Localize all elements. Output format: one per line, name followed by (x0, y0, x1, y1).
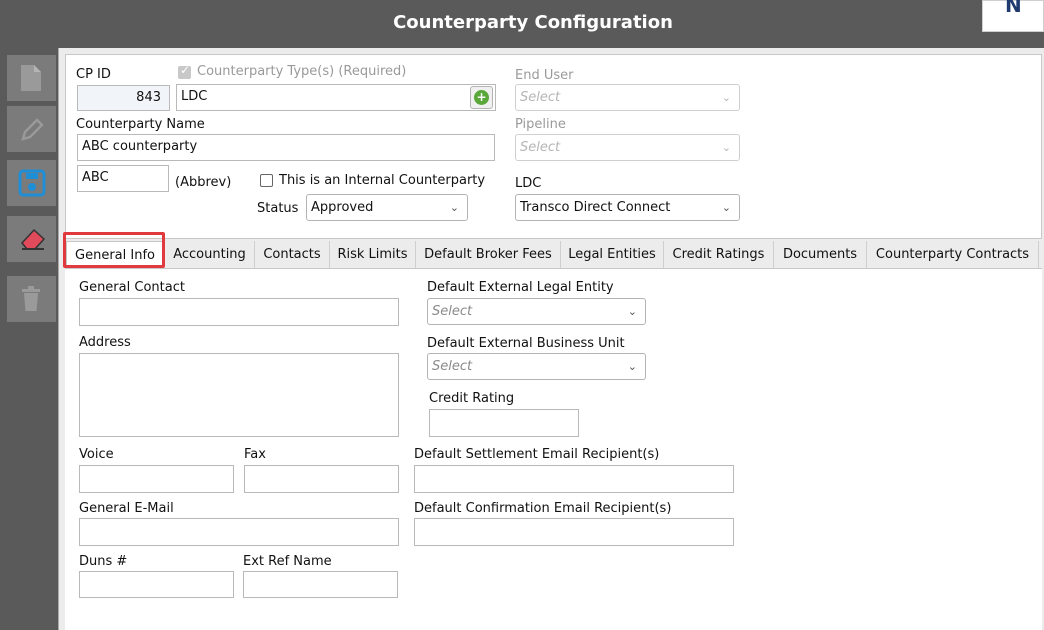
tab-risk-limits[interactable]: Risk Limits (330, 241, 416, 268)
tab-credit-ratings[interactable]: Credit Ratings (664, 241, 774, 268)
cp-id-field[interactable]: 843 (77, 85, 170, 111)
clear-button[interactable] (7, 216, 56, 262)
address-label: Address (79, 335, 131, 350)
chevron-down-icon: ⌄ (721, 91, 731, 104)
new-document-icon (21, 65, 41, 91)
add-type-button[interactable]: + (470, 86, 493, 109)
new-button[interactable] (7, 55, 56, 101)
status-label: Status (257, 201, 299, 216)
corner-logo: N (982, 0, 1044, 32)
ext-ref-field[interactable] (243, 571, 398, 598)
chevron-down-icon: ⌄ (721, 201, 731, 214)
cp-type-field[interactable]: LDC (176, 84, 496, 111)
pipeline-label: Pipeline (515, 117, 566, 132)
status-select[interactable]: Approved ⌄ (306, 194, 468, 221)
cp-type-checkbox[interactable] (178, 63, 191, 79)
add-icon: + (474, 90, 489, 105)
fax-label: Fax (244, 447, 266, 462)
ext-business-unit-label: Default External Business Unit (427, 336, 625, 351)
ext-business-unit-value: Select (432, 359, 473, 374)
cp-name-label: Counterparty Name (76, 117, 205, 132)
ext-legal-entity-value: Select (432, 304, 473, 319)
corner-logo-glyph: N (1005, 0, 1022, 17)
tab-accounting[interactable]: Accounting (165, 241, 255, 268)
cp-id-label: CP ID (76, 67, 111, 82)
voice-field[interactable] (79, 465, 234, 493)
credit-rating-label: Credit Rating (429, 391, 515, 406)
cp-type-label: Counterparty Type(s) (Required) (197, 64, 407, 79)
fax-field[interactable] (244, 465, 399, 493)
ldc-value: Transco Direct Connect (520, 200, 671, 215)
chevron-down-icon: ⌄ (627, 305, 637, 318)
pipeline-value: Select (520, 140, 561, 155)
credit-rating-field[interactable] (429, 409, 579, 437)
ext-legal-entity-label: Default External Legal Entity (427, 280, 614, 295)
abbrev-field[interactable]: ABC (77, 165, 169, 192)
toolbar (0, 48, 58, 630)
ldc-select[interactable]: Transco Direct Connect ⌄ (515, 194, 740, 221)
voice-label: Voice (79, 447, 114, 462)
pencil-icon (21, 118, 44, 141)
email-field[interactable] (79, 518, 399, 546)
trash-icon (22, 286, 40, 311)
tab-default-broker-fees[interactable]: Default Broker Fees (416, 241, 561, 268)
chevron-down-icon: ⌄ (449, 201, 459, 214)
chevron-down-icon: ⌄ (627, 360, 637, 373)
general-contact-label: General Contact (79, 280, 185, 295)
address-field[interactable] (79, 353, 399, 437)
floppy-disk-icon (18, 169, 46, 197)
status-value: Approved (311, 200, 374, 215)
ext-ref-label: Ext Ref Name (243, 554, 332, 569)
ext-legal-entity-select[interactable]: Select ⌄ (427, 298, 646, 325)
tab-legal-entities[interactable]: Legal Entities (561, 241, 664, 268)
window-title: Counterparty Configuration (393, 12, 673, 33)
edit-button[interactable] (7, 106, 56, 152)
tab-contacts[interactable]: Contacts (255, 241, 330, 268)
abbrev-label: (Abbrev) (175, 175, 232, 190)
internal-checkbox[interactable] (260, 174, 273, 187)
pipeline-select[interactable]: Select ⌄ (515, 134, 740, 161)
tab-counterparty-contracts[interactable]: Counterparty Contracts (867, 241, 1039, 268)
title-bar: Counterparty Configuration N (0, 0, 1044, 48)
settlement-email-label: Default Settlement Email Recipient(s) (414, 447, 660, 462)
save-button[interactable] (7, 160, 56, 206)
settlement-email-field[interactable] (414, 465, 734, 493)
cp-name-field[interactable]: ABC counterparty (77, 134, 495, 161)
delete-button[interactable] (7, 276, 56, 322)
confirmation-email-label: Default Confirmation Email Recipient(s) (414, 501, 672, 516)
chevron-down-icon: ⌄ (721, 141, 731, 154)
duns-label: Duns # (79, 554, 128, 569)
general-contact-field[interactable] (79, 298, 399, 326)
tab-documents[interactable]: Documents (774, 241, 867, 268)
eraser-icon (21, 228, 46, 250)
confirmation-email-field[interactable] (414, 518, 734, 546)
ldc-label: LDC (515, 176, 542, 191)
internal-label: This is an Internal Counterparty (279, 173, 486, 188)
tab-highlight-box (63, 232, 165, 268)
ext-business-unit-select[interactable]: Select ⌄ (427, 353, 646, 380)
duns-field[interactable] (79, 571, 234, 598)
email-label: General E-Mail (79, 501, 174, 516)
end-user-select[interactable]: Select ⌄ (515, 84, 740, 111)
end-user-label: End User (515, 68, 574, 83)
end-user-value: Select (520, 90, 561, 105)
